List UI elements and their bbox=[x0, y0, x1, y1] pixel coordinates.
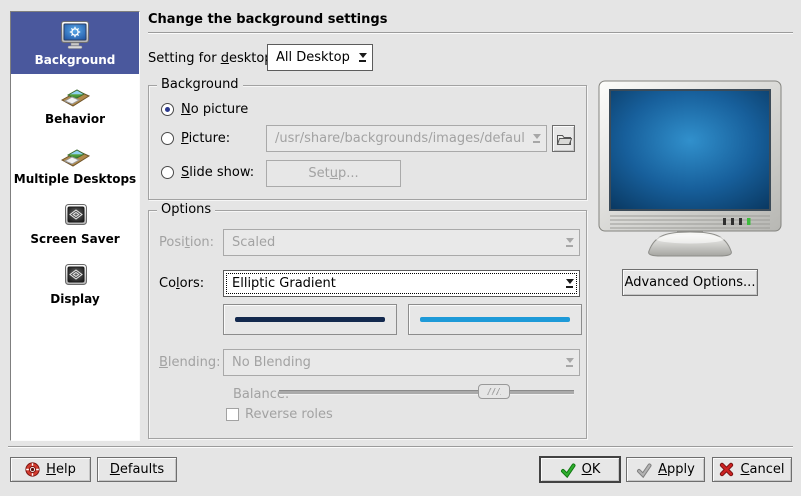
sidebar-item-label: Behavior bbox=[45, 112, 105, 126]
colors-combo[interactable]: Elliptic Gradient bbox=[223, 270, 580, 297]
gradient-color1-button[interactable] bbox=[223, 304, 397, 335]
desktop-files-icon bbox=[59, 83, 91, 109]
balance-slider-handle[interactable] bbox=[478, 384, 510, 399]
blending-label: Blending: bbox=[159, 355, 221, 370]
picture-label: Picture: bbox=[181, 131, 230, 146]
dropdown-arrow-icon bbox=[358, 53, 367, 63]
help-lifebuoy-icon bbox=[25, 462, 40, 477]
balance-slider[interactable] bbox=[279, 384, 574, 400]
sidebar-item-behavior[interactable]: Behavior bbox=[11, 74, 139, 134]
ok-button-label: OK bbox=[582, 462, 601, 477]
picture-radio[interactable] bbox=[161, 132, 174, 145]
screensaver-icon bbox=[59, 203, 91, 229]
colors-value: Elliptic Gradient bbox=[232, 276, 557, 291]
setting-for-desktop-label: Setting for desktop: bbox=[148, 51, 277, 66]
sidebar-item-display[interactable]: Display bbox=[11, 254, 139, 314]
folder-open-icon bbox=[556, 132, 572, 146]
picture-path-value: /usr/share/backgrounds/images/default.pn… bbox=[275, 131, 524, 146]
desktop-select-value: All Desktops bbox=[276, 50, 350, 65]
defaults-button[interactable]: Defaults bbox=[97, 457, 177, 482]
setup-button[interactable]: Setup... bbox=[266, 160, 401, 187]
dropdown-arrow-icon bbox=[565, 238, 574, 248]
no-picture-label: No picture bbox=[181, 102, 248, 117]
defaults-button-label: Defaults bbox=[110, 462, 164, 477]
browse-picture-button[interactable] bbox=[552, 125, 575, 152]
options-group: Options Position: Scaled Colors: Ellipti… bbox=[148, 210, 587, 439]
cancel-button-label: Cancel bbox=[740, 462, 784, 477]
apply-button[interactable]: Apply bbox=[626, 457, 705, 482]
gradient-color2-swatch bbox=[420, 317, 570, 322]
cancel-button[interactable]: Cancel bbox=[712, 457, 792, 482]
kde-monitor-icon bbox=[58, 20, 92, 50]
position-value: Scaled bbox=[232, 235, 557, 250]
apply-button-label: Apply bbox=[658, 462, 695, 477]
dropdown-arrow-icon bbox=[565, 279, 574, 289]
page-title: Change the background settings bbox=[148, 12, 387, 27]
no-picture-radio[interactable] bbox=[161, 103, 174, 116]
ok-check-icon bbox=[560, 462, 576, 478]
sidebar-item-label: Background bbox=[35, 53, 116, 67]
blending-value: No Blending bbox=[232, 355, 557, 370]
advanced-options-button[interactable]: Advanced Options... bbox=[622, 269, 758, 296]
background-settings-dialog: Background Behavior Multiple Desktops bbox=[0, 0, 801, 496]
title-divider bbox=[148, 32, 793, 34]
gradient-color1-swatch bbox=[235, 317, 385, 322]
sidebar-item-label: Screen Saver bbox=[30, 232, 119, 246]
monitor-preview bbox=[597, 79, 785, 259]
help-button-label: Help bbox=[46, 462, 76, 477]
dropdown-arrow-icon bbox=[565, 358, 574, 368]
display-icon bbox=[59, 263, 91, 289]
background-group-legend: Background bbox=[157, 77, 243, 92]
help-button[interactable]: Help bbox=[10, 457, 91, 482]
colors-label: Colors: bbox=[159, 276, 204, 291]
slide-show-label: Slide show: bbox=[181, 165, 254, 180]
cancel-x-icon bbox=[719, 462, 734, 477]
desktop-select[interactable]: All Desktops bbox=[267, 44, 373, 71]
ok-button[interactable]: OK bbox=[539, 456, 621, 483]
sidebar-item-label: Display bbox=[50, 292, 99, 306]
blending-combo[interactable]: No Blending bbox=[223, 349, 580, 376]
desktop-files-icon bbox=[59, 143, 91, 169]
position-combo[interactable]: Scaled bbox=[223, 229, 580, 256]
picture-path-combo[interactable]: /usr/share/backgrounds/images/default.pn… bbox=[266, 125, 547, 152]
reverse-roles-checkbox[interactable] bbox=[226, 408, 239, 421]
background-group: Background No picture Picture: /usr/shar… bbox=[148, 85, 587, 200]
reverse-roles-label: Reverse roles bbox=[245, 407, 333, 422]
setup-button-label: Setup... bbox=[308, 166, 358, 181]
advanced-options-label: Advanced Options... bbox=[625, 275, 756, 290]
balance-slider-track bbox=[279, 390, 574, 395]
sidebar-item-background[interactable]: Background bbox=[11, 12, 139, 74]
dropdown-arrow-icon bbox=[532, 134, 541, 144]
apply-check-icon bbox=[636, 462, 652, 478]
gradient-color2-button[interactable] bbox=[408, 304, 582, 335]
options-group-legend: Options bbox=[157, 202, 215, 217]
position-label: Position: bbox=[159, 235, 214, 250]
module-list: Background Behavior Multiple Desktops bbox=[10, 11, 140, 441]
sidebar-item-label: Multiple Desktops bbox=[14, 172, 136, 186]
slide-show-radio[interactable] bbox=[161, 166, 174, 179]
sidebar-item-screen-saver[interactable]: Screen Saver bbox=[11, 194, 139, 254]
sidebar-item-multiple-desktops[interactable]: Multiple Desktops bbox=[11, 134, 139, 194]
footer-divider bbox=[8, 446, 793, 448]
